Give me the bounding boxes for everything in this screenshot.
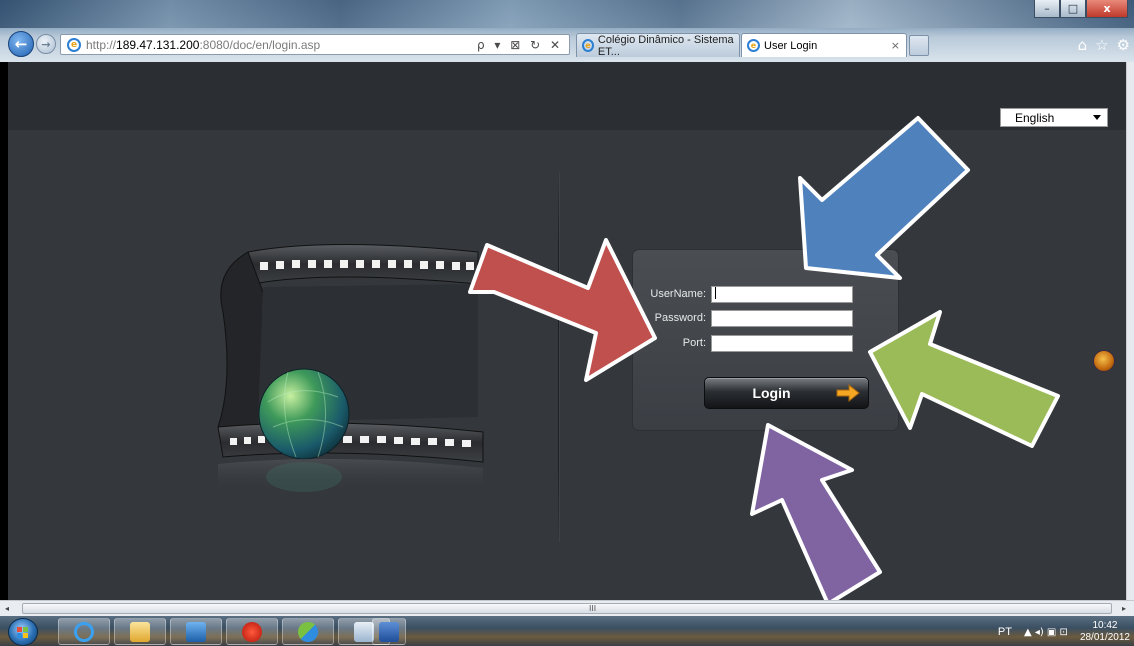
tray-icons[interactable]: ▲ ◂) ▣ ⊡: [1024, 627, 1068, 638]
taskbar-media-player-button[interactable]: [170, 618, 222, 645]
vertical-scrollbar[interactable]: [1126, 62, 1134, 600]
tab-label: Colégio Dinâmico - Sistema ET...: [597, 33, 734, 58]
login-button[interactable]: Login: [704, 377, 869, 409]
ie-page-icon: e: [67, 37, 81, 52]
tab-label: User Login: [764, 39, 818, 52]
language-selected: English: [1015, 110, 1055, 125]
tab-user-login[interactable]: e User Login ×: [741, 33, 907, 57]
horizontal-scrollbar[interactable]: ◂ III ▸: [0, 600, 1134, 616]
flash-icon: [242, 621, 262, 642]
arrow-right-icon: [828, 378, 868, 408]
address-tools-icons[interactable]: ρ ▾ ⊠ ↻ ✕: [477, 38, 563, 52]
scrollbar-thumb[interactable]: III: [22, 603, 1112, 614]
page-header-bar: [8, 62, 1126, 130]
scroll-left-icon[interactable]: ◂: [5, 604, 9, 613]
port-label: Port:: [682, 337, 706, 349]
login-button-label: Login: [752, 385, 791, 401]
back-arrow-icon: ←: [14, 35, 28, 53]
login-panel: UserName: Password: Port: Login: [633, 250, 898, 430]
address-bar[interactable]: e http://189.47.131.200:8080/doc/en/logi…: [60, 34, 570, 55]
windows-logo-icon: [17, 627, 28, 638]
minimize-button[interactable]: –: [1034, 0, 1060, 18]
scrollbar-grip: III: [589, 604, 597, 613]
home-icon[interactable]: ⌂: [1078, 36, 1088, 54]
system-tray: PT ▲ ◂) ▣ ⊡ 10:42 28/01/2012: [998, 618, 1130, 646]
username-input[interactable]: [711, 286, 853, 304]
username-label: UserName:: [650, 288, 706, 300]
browser-right-icons: ⌂ ☆ ⚙: [1078, 36, 1130, 54]
taskbar-word-button[interactable]: [372, 618, 406, 645]
chevron-down-icon: [1093, 115, 1101, 120]
messenger-icon: [298, 621, 318, 642]
film-globe-logo: [217, 244, 484, 492]
internet-explorer-icon: [74, 621, 94, 642]
port-row: Port:: [633, 334, 853, 352]
language-select[interactable]: English: [1000, 108, 1108, 127]
folder-icon: [130, 621, 150, 642]
tab-close-icon[interactable]: ×: [891, 39, 900, 52]
text-cursor: [715, 286, 716, 299]
word-icon: [379, 621, 399, 642]
password-label: Password:: [654, 312, 706, 324]
ie-tab-icon: e: [747, 39, 760, 52]
window-controls: – □ x: [1034, 0, 1128, 20]
username-row: UserName:: [633, 285, 853, 304]
ie-tab-icon: e: [582, 39, 594, 52]
password-row: Password:: [633, 309, 853, 327]
taskbar-messenger-button[interactable]: [282, 618, 334, 645]
url-path: :8080/doc/en/login.asp: [199, 37, 321, 52]
url-host: 189.47.131.200: [116, 37, 200, 52]
forward-arrow-icon: →: [41, 37, 51, 51]
port-input[interactable]: [711, 334, 853, 352]
addon-shell-icon[interactable]: [1093, 350, 1115, 372]
maximize-button[interactable]: □: [1060, 0, 1086, 18]
favorites-star-icon[interactable]: ☆: [1095, 36, 1108, 54]
back-button[interactable]: ←: [8, 31, 34, 57]
clock-time: 10:42: [1092, 620, 1118, 631]
forward-button[interactable]: →: [36, 34, 56, 54]
media-player-icon: [186, 621, 206, 642]
taskbar-flash-button[interactable]: [226, 618, 278, 645]
vertical-divider: [558, 172, 559, 542]
tools-gear-icon[interactable]: ⚙: [1117, 36, 1130, 54]
start-button[interactable]: [8, 618, 38, 646]
clock-date: 28/01/2012: [1079, 632, 1130, 643]
url-prefix: http://: [86, 37, 117, 52]
close-window-button[interactable]: x: [1086, 0, 1128, 18]
scroll-right-icon[interactable]: ▸: [1122, 604, 1126, 613]
clock[interactable]: 10:42 28/01/2012: [1080, 620, 1130, 644]
password-input[interactable]: [711, 309, 853, 327]
application-window-icon: [354, 621, 374, 642]
language-indicator[interactable]: PT: [998, 626, 1012, 638]
new-tab-button[interactable]: [909, 35, 929, 56]
taskbar-explorer-button[interactable]: [114, 618, 166, 645]
tab-colegio-dinamico[interactable]: e Colégio Dinâmico - Sistema ET...: [576, 33, 740, 58]
login-page: English UserName: Password: Port: Login: [8, 62, 1126, 600]
title-bar: [0, 0, 1134, 28]
taskbar-ie-button[interactable]: [58, 618, 110, 645]
